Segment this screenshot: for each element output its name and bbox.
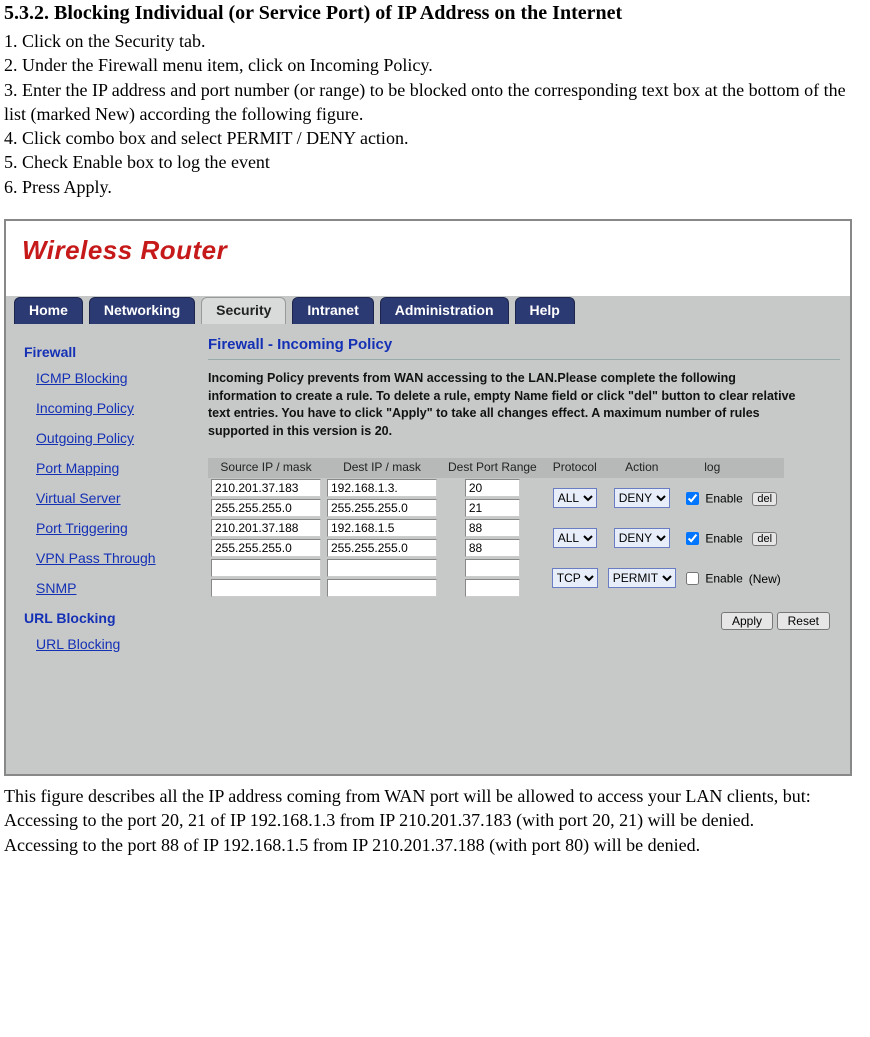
dst-ip-input[interactable]: [327, 479, 437, 497]
port2-input[interactable]: [465, 539, 520, 557]
dst-ip-input[interactable]: [327, 559, 437, 577]
protocol-select[interactable]: ALL: [553, 488, 597, 508]
port2-input[interactable]: [465, 499, 520, 517]
tab-help[interactable]: Help: [515, 297, 575, 324]
sidebar-item-url-blocking[interactable]: URL Blocking: [36, 636, 188, 652]
table-row: ALL DENY Enable del: [208, 518, 784, 538]
enable-checkbox[interactable]: [686, 572, 699, 585]
src-mask-input[interactable]: [211, 579, 321, 597]
step-1: 1. Click on the Security tab.: [4, 29, 866, 53]
tab-administration[interactable]: Administration: [380, 297, 509, 324]
content-pane: Firewall - Incoming Policy Incoming Poli…: [196, 324, 850, 774]
step-2: 2. Under the Firewall menu item, click o…: [4, 53, 866, 77]
reset-button[interactable]: Reset: [777, 612, 830, 630]
enable-checkbox[interactable]: [686, 532, 699, 545]
sidebar-item-virtual-server[interactable]: Virtual Server: [36, 490, 188, 506]
port1-input[interactable]: [465, 519, 520, 537]
action-select[interactable]: DENY: [614, 488, 670, 508]
sidebar: Firewall ICMP Blocking Incoming Policy O…: [6, 324, 196, 774]
sidebar-item-snmp[interactable]: SNMP: [36, 580, 188, 596]
port1-input[interactable]: [465, 559, 520, 577]
col-dest-port: Dest Port Range: [440, 458, 545, 478]
delete-button[interactable]: del: [752, 492, 777, 506]
enable-label: Enable: [705, 491, 742, 505]
sidebar-section-firewall: Firewall: [24, 344, 188, 360]
new-row-label: (New): [749, 572, 781, 586]
dst-mask-input[interactable]: [327, 579, 437, 597]
router-admin-screenshot: Wireless Router Home Networking Security…: [4, 219, 852, 776]
col-action: Action: [605, 458, 679, 478]
tab-security[interactable]: Security: [201, 297, 286, 324]
tab-home[interactable]: Home: [14, 297, 83, 324]
after-figure-text-1: This figure describes all the IP address…: [4, 784, 866, 833]
enable-checkbox[interactable]: [686, 492, 699, 505]
action-select[interactable]: PERMIT: [608, 568, 676, 588]
port2-input[interactable]: [465, 579, 520, 597]
table-row-new: TCP PERMIT Enable (New): [208, 558, 784, 578]
table-row: ALL DENY Enable del: [208, 478, 784, 498]
col-dest-ip: Dest IP / mask: [324, 458, 440, 478]
src-mask-input[interactable]: [211, 539, 321, 557]
sidebar-item-outgoing-policy[interactable]: Outgoing Policy: [36, 430, 188, 446]
step-3: 3. Enter the IP address and port number …: [4, 78, 866, 127]
src-ip-input[interactable]: [211, 519, 321, 537]
src-ip-input[interactable]: [211, 559, 321, 577]
col-protocol: Protocol: [545, 458, 605, 478]
sidebar-item-vpn-pass-through[interactable]: VPN Pass Through: [36, 550, 188, 566]
delete-button[interactable]: del: [752, 532, 777, 546]
tab-networking[interactable]: Networking: [89, 297, 195, 324]
col-source-ip: Source IP / mask: [208, 458, 324, 478]
enable-label: Enable: [705, 531, 742, 545]
router-header: Wireless Router: [6, 221, 850, 296]
col-log: log: [679, 458, 746, 478]
port1-input[interactable]: [465, 479, 520, 497]
step-5: 5. Check Enable box to log the event: [4, 150, 866, 174]
page-description: Incoming Policy prevents from WAN access…: [208, 370, 808, 440]
apply-button[interactable]: Apply: [721, 612, 773, 630]
tab-intranet[interactable]: Intranet: [292, 297, 373, 324]
dst-mask-input[interactable]: [327, 539, 437, 557]
policy-table: Source IP / mask Dest IP / mask Dest Por…: [208, 458, 784, 598]
src-ip-input[interactable]: [211, 479, 321, 497]
page-title: Firewall - Incoming Policy: [208, 336, 840, 360]
sidebar-item-incoming-policy[interactable]: Incoming Policy: [36, 400, 188, 416]
sidebar-item-port-mapping[interactable]: Port Mapping: [36, 460, 188, 476]
sidebar-section-url-blocking: URL Blocking: [24, 610, 188, 626]
tabs-row: Home Networking Security Intranet Admini…: [6, 296, 850, 324]
protocol-select[interactable]: ALL: [553, 528, 597, 548]
action-select[interactable]: DENY: [614, 528, 670, 548]
table-header-row: Source IP / mask Dest IP / mask Dest Por…: [208, 458, 784, 478]
button-row: Apply Reset: [208, 598, 840, 640]
dst-mask-input[interactable]: [327, 499, 437, 517]
protocol-select[interactable]: TCP: [552, 568, 598, 588]
router-logo: Wireless Router: [22, 235, 227, 265]
step-4: 4. Click combo box and select PERMIT / D…: [4, 126, 866, 150]
sidebar-item-icmp-blocking[interactable]: ICMP Blocking: [36, 370, 188, 386]
src-mask-input[interactable]: [211, 499, 321, 517]
dst-ip-input[interactable]: [327, 519, 437, 537]
enable-label: Enable: [705, 571, 742, 585]
step-6: 6. Press Apply.: [4, 175, 866, 199]
sidebar-item-port-triggering[interactable]: Port Triggering: [36, 520, 188, 536]
section-heading: 5.3.2. Blocking Individual (or Service P…: [4, 2, 866, 25]
after-figure-text-2: Accessing to the port 88 of IP 192.168.1…: [4, 833, 866, 857]
